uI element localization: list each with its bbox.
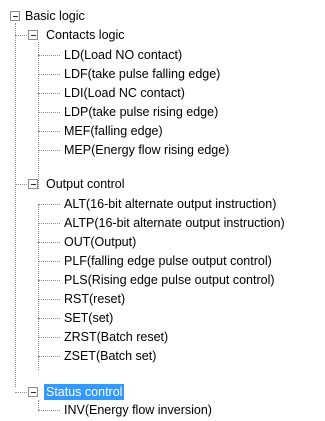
tree-connector: [38, 131, 60, 132]
tree-connector: [38, 112, 60, 113]
tree-connector: [15, 23, 16, 387]
tree-connector: [38, 55, 60, 56]
tree-connector: [38, 400, 39, 410]
tree-connector: [38, 223, 60, 224]
tree-leaf-mep[interactable]: MEP(Energy flow rising edge): [62, 142, 231, 158]
tree-leaf-ldi[interactable]: LDI(Load NC contact): [62, 85, 187, 101]
collapse-toggle-contacts-logic[interactable]: [28, 30, 38, 40]
tree-connector: [38, 204, 39, 370]
collapse-toggle-output-control[interactable]: [28, 179, 38, 189]
tree-leaf-alt[interactable]: ALT(16-bit alternate output instruction): [62, 196, 278, 212]
tree-leaf-out[interactable]: OUT(Output): [62, 234, 138, 250]
tree-connector: [38, 261, 60, 262]
tree-leaf-rst[interactable]: RST(reset): [62, 291, 127, 307]
tree-leaf-zrst[interactable]: ZRST(Batch reset): [62, 329, 170, 345]
tree-connector: [38, 93, 60, 94]
tree-connector: [15, 184, 27, 185]
collapse-toggle-root[interactable]: [10, 11, 20, 21]
instruction-tree: Basic logic Contacts logic LD(Load NO co…: [0, 0, 325, 421]
tree-node-contacts-logic[interactable]: Contacts logic: [44, 27, 127, 43]
tree-leaf-ld[interactable]: LD(Load NO contact): [62, 47, 184, 63]
tree-connector: [38, 242, 60, 243]
tree-connector: [15, 35, 27, 36]
tree-leaf-zset[interactable]: ZSET(Batch set): [62, 348, 158, 364]
tree-leaf-inv[interactable]: INV(Energy flow inversion): [62, 402, 214, 418]
tree-leaf-altp[interactable]: ALTP(16-bit alternate output instruction…: [62, 215, 287, 231]
tree-connector: [38, 74, 60, 75]
tree-leaf-mef[interactable]: MEF(falling edge): [62, 123, 165, 139]
tree-connector: [38, 204, 60, 205]
tree-connector: [38, 318, 60, 319]
tree-node-basic-logic[interactable]: Basic logic: [23, 8, 87, 24]
tree-leaf-ldp[interactable]: LDP(take pulse rising edge): [62, 104, 220, 120]
tree-connector: [38, 337, 60, 338]
collapse-toggle-status-control[interactable]: [28, 387, 38, 397]
tree-node-status-control[interactable]: Status control: [44, 384, 125, 400]
tree-connector: [38, 299, 60, 300]
tree-leaf-set[interactable]: SET(set): [62, 310, 115, 326]
tree-node-output-control[interactable]: Output control: [44, 176, 127, 192]
tree-leaf-plf[interactable]: PLF(falling edge pulse output control): [62, 253, 274, 269]
tree-connector: [38, 42, 39, 189]
tree-connector: [15, 392, 27, 393]
tree-connector: [38, 280, 60, 281]
tree-connector: [38, 356, 60, 357]
tree-leaf-pls[interactable]: PLS(Rising edge pulse output control): [62, 272, 277, 288]
tree-connector: [38, 150, 60, 151]
tree-leaf-ldf[interactable]: LDF(take pulse falling edge): [62, 66, 222, 82]
tree-connector: [38, 410, 60, 411]
